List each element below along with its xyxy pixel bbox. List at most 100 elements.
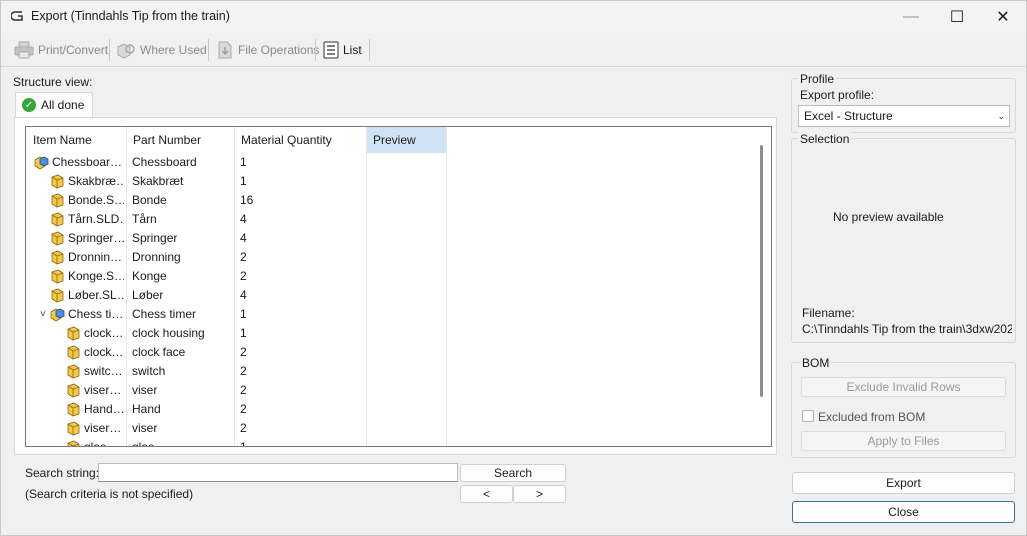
table-row[interactable]: viser… viser 2 xyxy=(26,419,761,438)
table-row[interactable]: Skakbræ… Skakbræt 1 xyxy=(26,172,761,191)
next-result-button[interactable]: > xyxy=(513,485,566,503)
part-number-cell: viser xyxy=(132,421,158,435)
table-row[interactable]: clock… clock face 2 xyxy=(26,343,761,362)
where-used-button[interactable]: Where Used xyxy=(116,39,207,61)
table-row[interactable]: Springer… Springer 4 xyxy=(26,229,761,248)
material-quantity-cell: 1 xyxy=(240,155,247,169)
table-row[interactable]: glas… glas 1 xyxy=(26,438,761,447)
toolbar-separator xyxy=(208,39,209,61)
part-number-cell: Tårn xyxy=(132,212,157,226)
material-quantity-cell: 2 xyxy=(240,364,247,378)
column-header-part-number[interactable]: Part Number xyxy=(126,127,234,153)
part-icon xyxy=(67,364,80,379)
app-logo-icon xyxy=(11,11,23,21)
previous-result-button[interactable]: < xyxy=(460,485,513,503)
toolbar: Print/Convert Where Used File Operations xyxy=(1,34,1026,67)
part-icon xyxy=(51,231,64,246)
column-header-item-name[interactable]: Item Name xyxy=(26,127,126,153)
title-bar: Export (Tinndahls Tip from the train) — … xyxy=(1,1,1026,33)
part-number-cell: glas xyxy=(132,440,155,447)
list-icon xyxy=(323,41,339,59)
where-used-icon xyxy=(117,43,135,59)
exclude-invalid-rows-button[interactable]: Exclude Invalid Rows xyxy=(801,377,1006,397)
table-row[interactable]: clock… clock housing 1 xyxy=(26,324,761,343)
toolbar-separator xyxy=(369,39,370,61)
profile-group-title: Profile xyxy=(798,72,837,86)
close-button[interactable]: Close xyxy=(792,501,1015,523)
table-row[interactable]: Tårn.SLD… Tårn 4 xyxy=(26,210,761,229)
list-label: List xyxy=(343,43,362,57)
search-input[interactable] xyxy=(98,463,458,482)
tab-all-done[interactable]: ✓ All done xyxy=(15,92,93,117)
excluded-from-bom-label: Excluded from BOM xyxy=(818,410,926,424)
table-row[interactable]: Løber.SL… Løber 4 xyxy=(26,286,761,305)
table-row[interactable]: Konge.S… Konge 2 xyxy=(26,267,761,286)
table-row[interactable]: Hand… Hand 2 xyxy=(26,400,761,419)
structure-grid[interactable]: Item Name Part Number Material Quantity … xyxy=(25,126,772,447)
search-string-label: Search string: xyxy=(25,466,100,480)
part-number-cell: clock face xyxy=(132,345,186,359)
tab-all-done-label: All done xyxy=(41,98,85,112)
export-profile-select[interactable]: Excel - Structure ⌄ xyxy=(798,105,1010,127)
material-quantity-cell: 2 xyxy=(240,383,247,397)
chevron-down-icon: ⌄ xyxy=(997,111,1005,121)
item-name-cell: Tårn.SLD… xyxy=(68,212,124,226)
column-header-material-quantity[interactable]: Material Quantity xyxy=(234,127,366,153)
part-number-cell: Dronning xyxy=(132,250,181,264)
assembly-icon xyxy=(50,308,65,322)
file-operations-icon xyxy=(218,41,232,59)
table-row[interactable]: viser… viser 2 xyxy=(26,381,761,400)
item-name-cell: viser… xyxy=(84,421,122,435)
part-icon xyxy=(51,174,64,189)
file-operations-label: File Operations xyxy=(238,43,320,57)
material-quantity-cell: 4 xyxy=(240,288,247,302)
close-window-button[interactable]: ✕ xyxy=(980,1,1026,33)
part-icon xyxy=(67,326,80,341)
grid-scrollbar[interactable] xyxy=(760,145,763,397)
part-number-cell: switch xyxy=(132,364,166,378)
column-header-preview[interactable]: Preview xyxy=(366,127,446,153)
search-button[interactable]: Search xyxy=(460,464,566,482)
item-name-cell: Konge.S… xyxy=(68,269,124,283)
table-row[interactable]: switc… switch 2 xyxy=(26,362,761,381)
item-name-cell: Dronnin… xyxy=(68,250,123,264)
apply-to-files-button[interactable]: Apply to Files xyxy=(801,431,1006,451)
print-convert-button[interactable]: Print/Convert xyxy=(14,39,108,61)
maximize-button[interactable]: ☐ xyxy=(934,1,980,33)
file-operations-button[interactable]: File Operations xyxy=(216,39,319,61)
part-number-cell: Bonde xyxy=(132,193,167,207)
selection-group-title: Selection xyxy=(798,132,852,146)
print-convert-label: Print/Convert xyxy=(38,43,109,57)
item-name-cell: clock… xyxy=(84,326,124,340)
table-row[interactable]: Dronnin… Dronning 2 xyxy=(26,248,761,267)
material-quantity-cell: 2 xyxy=(240,250,247,264)
excluded-from-bom-checkbox[interactable] xyxy=(802,410,814,422)
bom-group-title: BOM xyxy=(800,356,832,370)
assembly-icon xyxy=(34,156,49,170)
item-name-cell: viser… xyxy=(84,383,122,397)
maximize-icon: ☐ xyxy=(949,9,965,26)
window-title: Export (Tinndahls Tip from the train) xyxy=(31,9,230,23)
table-row[interactable]: ˅ Chess ti… Chess timer 1 xyxy=(26,305,761,324)
expand-toggle-icon[interactable]: ˅ xyxy=(40,305,50,324)
export-profile-label: Export profile: xyxy=(800,88,875,102)
part-icon xyxy=(51,193,64,208)
part-number-cell: Chessboard xyxy=(132,155,197,169)
export-button[interactable]: Export xyxy=(792,472,1015,494)
material-quantity-cell: 4 xyxy=(240,212,247,226)
minimize-button[interactable]: — xyxy=(888,1,934,33)
filename-value: C:\Tinndahls Tip from the train\3dxw202 xyxy=(802,322,1012,336)
item-name-cell: switc… xyxy=(84,364,123,378)
item-name-cell: Skakbræ… xyxy=(68,174,124,188)
part-number-cell: Løber xyxy=(132,288,164,302)
material-quantity-cell: 2 xyxy=(240,402,247,416)
part-icon xyxy=(51,250,64,265)
item-name-cell: clock… xyxy=(84,345,124,359)
part-icon xyxy=(51,288,64,303)
toolbar-separator xyxy=(109,39,110,61)
table-row[interactable]: Chessboar… Chessboard 1 xyxy=(26,153,761,172)
no-preview-text: No preview available xyxy=(833,210,944,224)
table-row[interactable]: Bonde.S… Bonde 16 xyxy=(26,191,761,210)
list-button[interactable]: List xyxy=(323,39,362,61)
item-name-cell: Løber.SL… xyxy=(68,288,124,302)
